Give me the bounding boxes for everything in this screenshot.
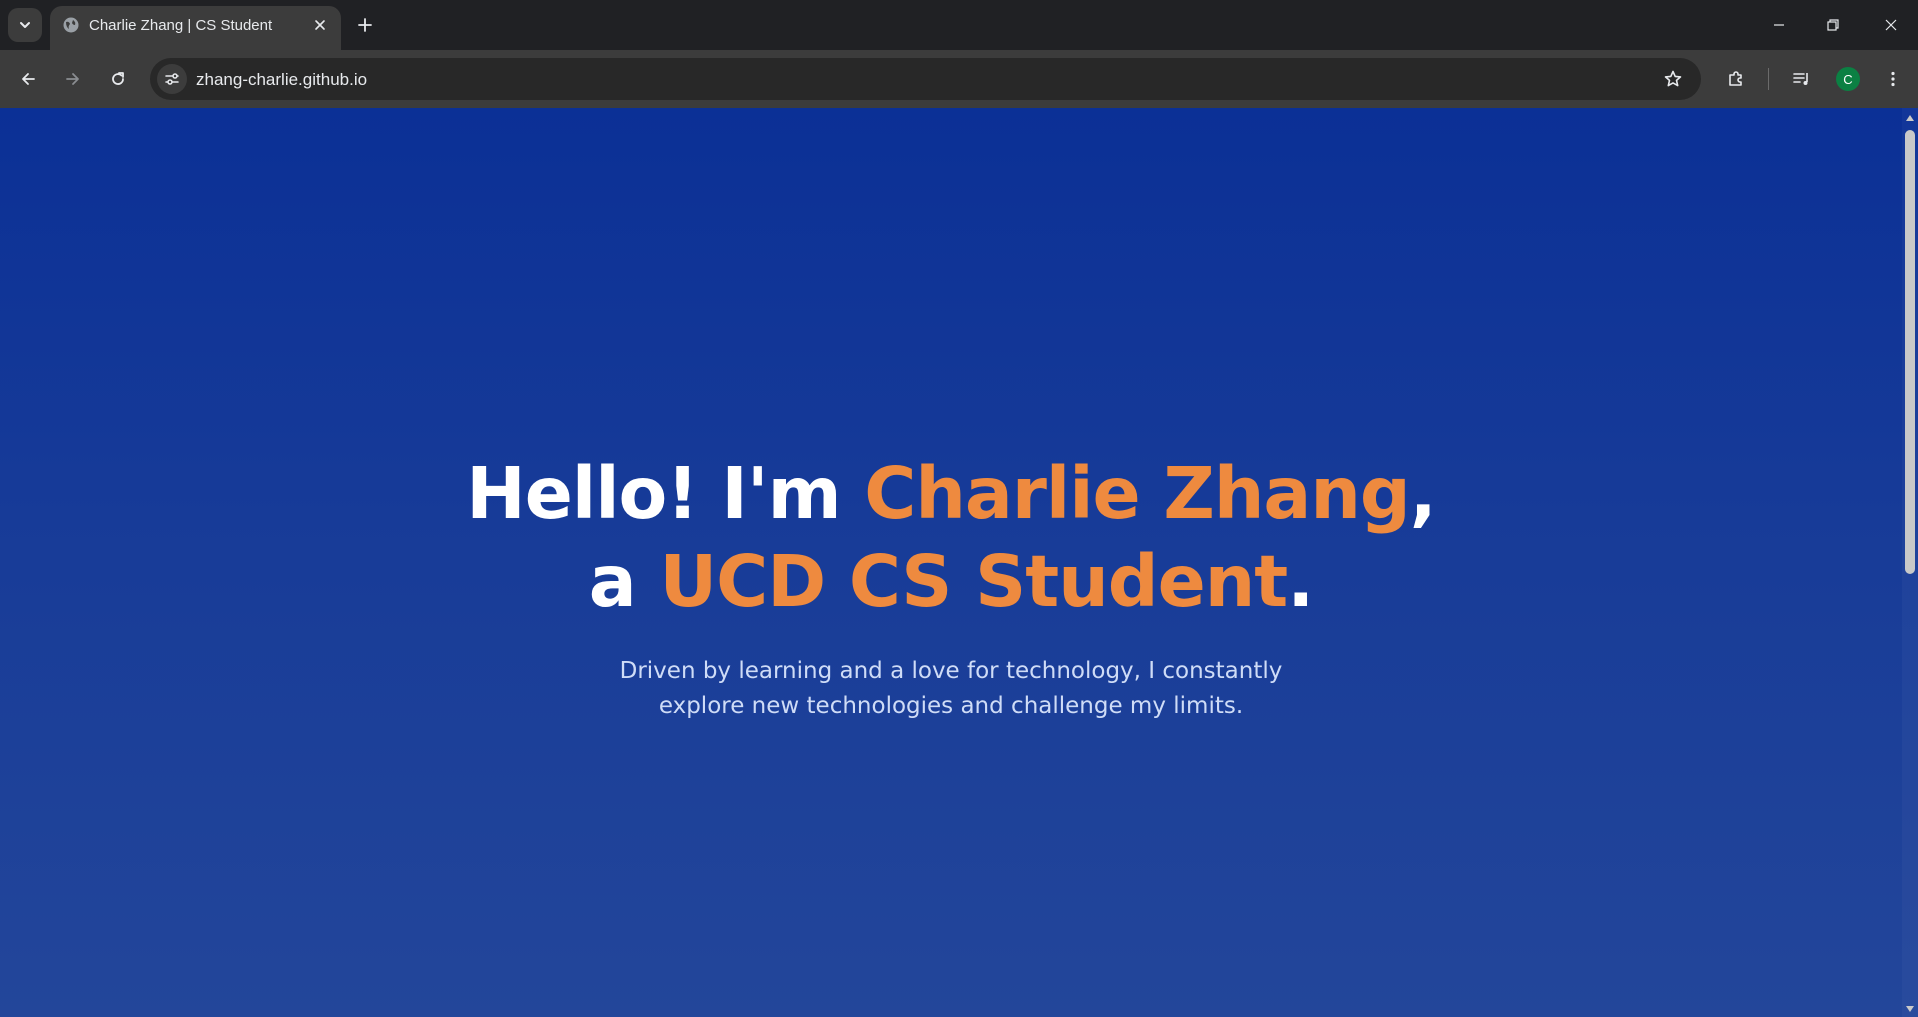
puzzle-icon <box>1729 71 1742 86</box>
kebab-icon <box>1891 71 1895 87</box>
tab-search-button[interactable] <box>8 8 42 42</box>
minimize-icon <box>1774 24 1784 26</box>
tune-icon <box>165 73 179 85</box>
new-tab-button[interactable] <box>353 13 377 37</box>
subtitle-line2: explore new technologies and challenge m… <box>658 693 1244 719</box>
page-scrollbar[interactable] <box>1902 108 1918 1017</box>
greeting-text: Hello! I'm <box>466 452 865 535</box>
minimize-button[interactable] <box>1764 10 1794 40</box>
address-bar[interactable] <box>150 58 1701 100</box>
period-text: . <box>1287 540 1314 623</box>
heading-line1: Hello! I'm Charlie Zhang, <box>466 452 1437 535</box>
subtitle-line1: Driven by learning and a love for techno… <box>619 658 1283 684</box>
page-viewport: Hello! I'm Charlie Zhang, a UCD CS Stude… <box>0 108 1918 1017</box>
profile-avatar[interactable]: C <box>1836 67 1860 91</box>
article-text: a <box>588 540 660 623</box>
arrow-right-icon <box>66 73 79 85</box>
close-icon <box>315 20 325 30</box>
close-icon <box>1885 19 1897 31</box>
heading-line2: a UCD CS Student. <box>588 540 1314 623</box>
chevron-down-icon <box>20 22 30 28</box>
hero-heading: Hello! I'm Charlie Zhang, a UCD CS Stude… <box>466 450 1437 626</box>
scroll-down-arrow-icon[interactable] <box>1904 1003 1916 1015</box>
bookmark-button[interactable] <box>1658 64 1688 94</box>
restore-icon <box>1827 19 1839 31</box>
site-info-button[interactable] <box>157 64 187 94</box>
forward-button[interactable] <box>58 64 88 94</box>
reload-button[interactable] <box>103 64 133 94</box>
scroll-up-arrow-icon[interactable] <box>1904 112 1916 124</box>
toolbar-separator <box>1768 68 1769 90</box>
star-icon <box>1664 70 1682 87</box>
close-window-button[interactable] <box>1876 10 1906 40</box>
comma-text: , <box>1409 452 1437 535</box>
reading-list-button[interactable] <box>1787 64 1817 94</box>
scrollbar-thumb[interactable] <box>1905 130 1915 574</box>
restore-button[interactable] <box>1818 10 1848 40</box>
role-highlight: UCD CS Student <box>659 540 1288 623</box>
back-button[interactable] <box>13 64 43 94</box>
tab-title: Charlie Zhang | CS Student <box>89 17 273 34</box>
hero-subtitle: Driven by learning and a love for techno… <box>581 654 1321 724</box>
hero-section: Hello! I'm Charlie Zhang, a UCD CS Stude… <box>0 108 1902 1017</box>
url-text[interactable]: zhang-charlie.github.io <box>196 70 367 90</box>
name-highlight: Charlie Zhang <box>864 452 1410 535</box>
extensions-button[interactable] <box>1721 64 1751 94</box>
playlist-icon <box>1793 73 1808 85</box>
plus-icon <box>358 18 372 32</box>
arrow-left-icon <box>22 73 35 85</box>
reload-icon <box>112 72 124 85</box>
globe-icon <box>62 16 80 34</box>
browser-menu-button[interactable] <box>1878 64 1908 94</box>
tab-close-button[interactable] <box>310 15 330 35</box>
